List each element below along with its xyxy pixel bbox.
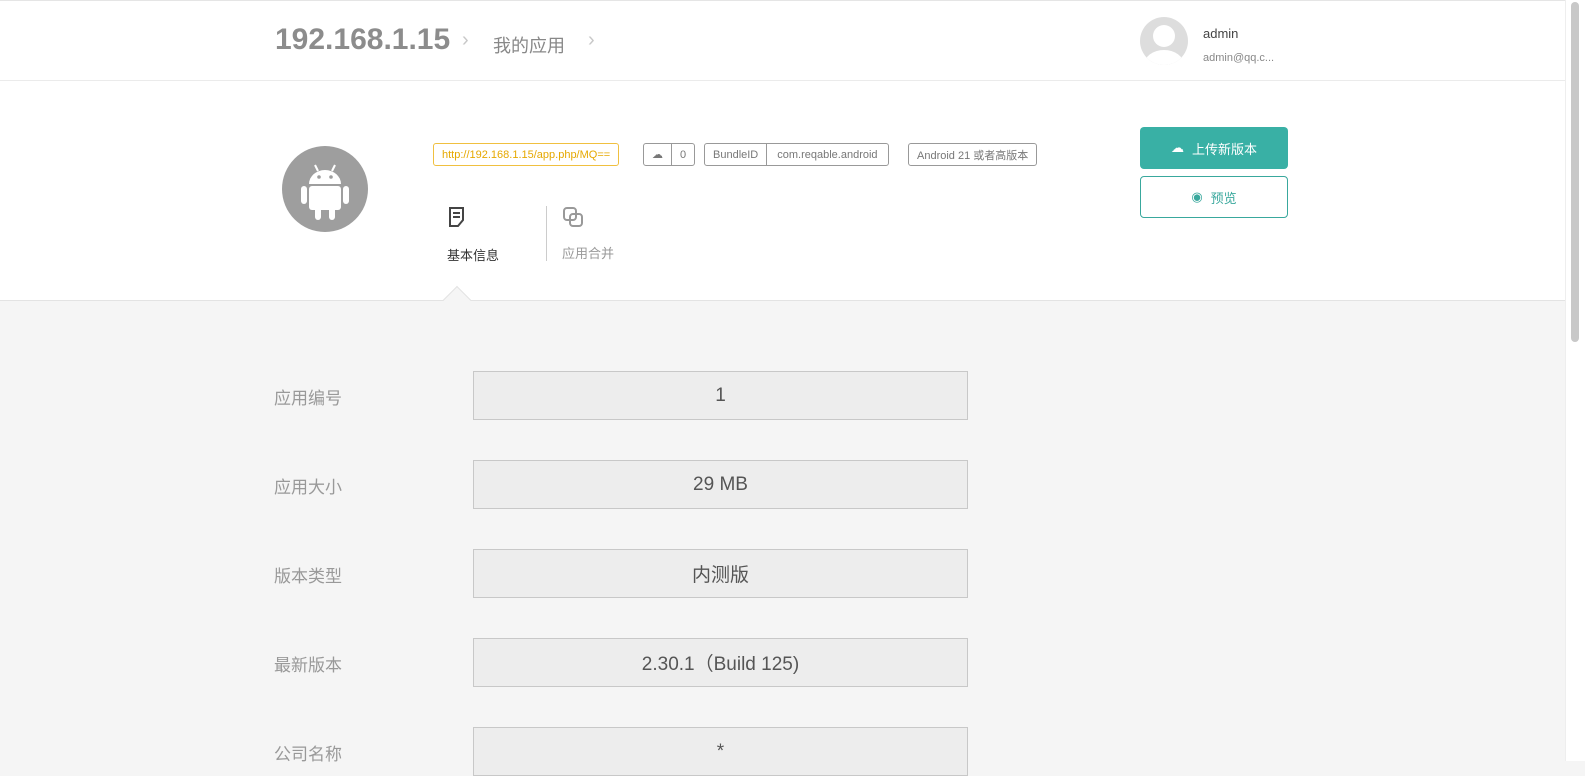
document-icon xyxy=(449,207,464,227)
field-value: 1 xyxy=(473,371,968,420)
field-label: 应用大小 xyxy=(274,478,342,497)
scrollbar[interactable] xyxy=(1565,0,1585,761)
min-os-tag: Android 21 或者高版本 xyxy=(908,143,1038,166)
upload-new-version-button[interactable]: ☁ 上传新版本 xyxy=(1140,127,1288,169)
cloud-upload-icon: ☁ xyxy=(1170,140,1184,155)
tab-app-merge[interactable]: 应用合并 xyxy=(562,206,642,262)
field-latest-version: 最新版本 2.30.1（Build 125) xyxy=(274,638,974,687)
avatar[interactable] xyxy=(1140,17,1188,65)
min-os: Android 21 或者高版本 xyxy=(917,149,1029,162)
field-label: 最新版本 xyxy=(274,656,342,675)
bundle-id-value: com.reqable.android xyxy=(766,144,887,165)
chevron-right-icon: › xyxy=(462,29,469,51)
field-value: 29 MB xyxy=(473,460,968,509)
tab-label: 基本信息 xyxy=(447,248,500,263)
user-email: admin@qq.c... xyxy=(1203,52,1275,64)
download-count-tag: ☁ 0 xyxy=(643,143,696,166)
download-count: 0 xyxy=(671,144,694,165)
field-label: 公司名称 xyxy=(274,745,342,764)
field-app-size: 应用大小 29 MB xyxy=(274,460,974,509)
android-icon xyxy=(282,146,368,232)
user-name[interactable]: admin xyxy=(1203,26,1238,41)
field-label: 应用编号 xyxy=(274,389,342,408)
field-value: 2.30.1（Build 125) xyxy=(473,638,968,687)
tab-divider xyxy=(546,206,547,261)
tab-label: 应用合并 xyxy=(562,246,615,261)
app-url[interactable]: http://192.168.1.15/app.php/MQ== xyxy=(434,144,618,165)
field-company-name: 公司名称 * xyxy=(274,727,974,776)
breadcrumb-my-apps[interactable]: 我的应用 xyxy=(493,32,565,58)
merge-icon xyxy=(563,207,583,227)
field-value: 内测版 xyxy=(473,549,968,598)
bundle-id-tag: BundleID com.reqable.android xyxy=(704,143,889,166)
upload-label: 上传新版本 xyxy=(1191,141,1257,157)
preview-label: 预览 xyxy=(1210,190,1237,206)
top-header: 192.168.1.15 › 我的应用 › admin admin@qq.c..… xyxy=(0,0,1565,81)
eye-icon: ◉ xyxy=(1191,189,1203,204)
bundle-id-label: BundleID xyxy=(713,148,759,161)
server-title[interactable]: 192.168.1.15 xyxy=(275,23,450,57)
field-label: 版本类型 xyxy=(274,567,342,586)
cloud-download-icon: ☁ xyxy=(652,149,663,161)
field-app-id: 应用编号 1 xyxy=(274,371,974,420)
preview-button[interactable]: ◉ 预览 xyxy=(1140,176,1288,218)
scrollbar-thumb[interactable] xyxy=(1571,2,1579,342)
app-info-panel: http://192.168.1.15/app.php/MQ== ☁ 0 Bun… xyxy=(0,81,1565,301)
field-value: * xyxy=(473,727,968,776)
field-version-type: 版本类型 内测版 xyxy=(274,549,974,598)
app-url-tag[interactable]: http://192.168.1.15/app.php/MQ== xyxy=(433,143,620,166)
tab-basic-info[interactable]: 基本信息 xyxy=(447,206,527,264)
chevron-right-icon: › xyxy=(588,29,595,51)
